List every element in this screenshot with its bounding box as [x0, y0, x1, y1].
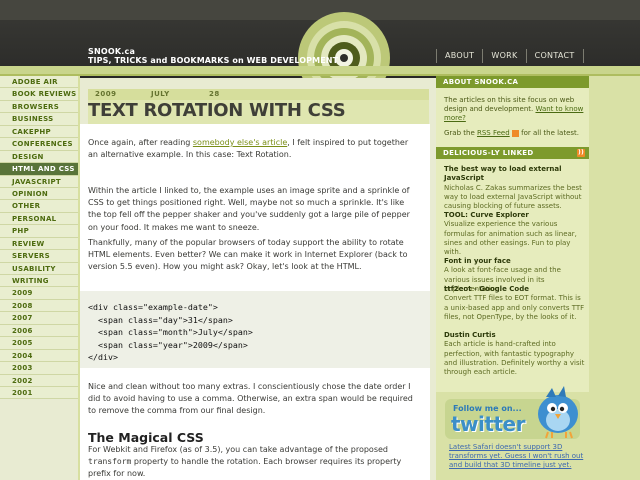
- category-2003[interactable]: 2003: [0, 362, 78, 375]
- nav-contact[interactable]: CONTACT: [527, 49, 584, 63]
- twitter-bird-icon: [538, 386, 578, 439]
- about-box: The articles on this site focus on web d…: [436, 88, 589, 147]
- rss-icon[interactable]: [511, 129, 519, 137]
- category-2005[interactable]: 2005: [0, 337, 78, 350]
- category-2007[interactable]: 2007: [0, 312, 78, 325]
- about-text: The articles on this site focus on web d…: [444, 96, 584, 123]
- category-review[interactable]: REVIEW: [0, 237, 78, 251]
- category-writing[interactable]: WRITING: [0, 275, 78, 288]
- category-adobe-air[interactable]: ADOBE AIR: [0, 76, 78, 89]
- paragraph-sprite: Within the article I linked to, the exam…: [88, 186, 410, 232]
- site-tagline: TIPS, TRICKS and BOOKMARKS on WEB DEVELO…: [88, 56, 339, 65]
- post-date-bar: 2009 JULY 28: [88, 89, 429, 100]
- category-conferences[interactable]: CONFERENCES: [0, 138, 78, 151]
- category-opinion[interactable]: OPINION: [0, 187, 78, 201]
- paragraph-intro: Once again, after reading somebody else'…: [88, 138, 409, 160]
- category-personal[interactable]: PERSONAL: [0, 212, 78, 226]
- delicious-link-desc: Nicholas C. Zakas summarizes the best wa…: [444, 183, 582, 211]
- delicious-link-title[interactable]: Dustin Curtis: [444, 331, 586, 340]
- category-cakephp[interactable]: CAKEPHP: [0, 125, 78, 139]
- paragraph-browsers: Thankfully, many of the popular browsers…: [88, 238, 408, 272]
- code-block: <div class="example-date"> <span class="…: [80, 291, 430, 368]
- delicious-link: The best way to load external JavaScript…: [444, 165, 586, 211]
- nav-work[interactable]: WORK: [483, 49, 527, 63]
- category-2009[interactable]: 2009: [0, 287, 78, 300]
- category-design[interactable]: DESIGN: [0, 150, 78, 164]
- site-name[interactable]: SNOOK.ca: [88, 47, 135, 56]
- delicious-link: TOOL: Curve Explorer Visualize experience…: [444, 211, 586, 257]
- post-day[interactable]: 28: [209, 90, 220, 98]
- latest-tweet: Latest Safari doesn't support 3D transfo…: [449, 443, 584, 471]
- category-book-reviews[interactable]: BOOK REVIEWS: [0, 88, 78, 101]
- category-2001[interactable]: 2001: [0, 386, 78, 400]
- delicious-link-desc: Convert TTF files to EOT format. This is…: [444, 294, 585, 321]
- about-heading: ABOUT SNOOK.CA: [436, 76, 589, 88]
- category-php[interactable]: PHP: [0, 225, 78, 238]
- delicious-link: Dustin Curtis Each article is hand-crafte…: [444, 331, 586, 377]
- category-2006[interactable]: 2006: [0, 324, 78, 338]
- delicious-link: ttf2eot - Google Code Convert TTF files t…: [444, 285, 586, 322]
- category-javascript[interactable]: JAVASCRIPT: [0, 175, 78, 188]
- nav-about[interactable]: ABOUT: [437, 49, 484, 63]
- tweet-link[interactable]: Latest Safari doesn't support 3D transfo…: [449, 443, 583, 469]
- category-servers[interactable]: SERVERS: [0, 250, 78, 263]
- delicious-link-title[interactable]: The best way to load external JavaScript: [444, 165, 586, 184]
- delicious-link-title[interactable]: ttf2eot - Google Code: [444, 285, 586, 294]
- header-stripe: [0, 66, 640, 74]
- paragraph-clean: Nice and clean without too many extras. …: [88, 382, 413, 416]
- post-year[interactable]: 2009: [95, 90, 116, 98]
- article-link[interactable]: somebody else's article: [193, 138, 287, 147]
- rss-feed-link[interactable]: RSS Feed: [477, 129, 510, 137]
- category-business[interactable]: BUSINESS: [0, 113, 78, 126]
- category-2002[interactable]: 2002: [0, 374, 78, 387]
- post-title: TEXT ROTATION WITH CSS: [88, 100, 346, 121]
- delicious-link-title[interactable]: Font in your face: [444, 257, 586, 266]
- article-body: Once again, after reading somebody else'…: [80, 124, 430, 480]
- paragraph-transform: For Webkit and Firefox (as of 3.5), you …: [88, 445, 402, 479]
- category-2004[interactable]: 2004: [0, 349, 78, 363]
- delicious-rss-icon[interactable]: )): [577, 149, 585, 157]
- delicious-heading: DELICIOUS-LY LINKED)): [436, 147, 589, 159]
- category-other[interactable]: OTHER: [0, 200, 78, 213]
- delicious-link-desc: Each article is hand-crafted into perfec…: [444, 340, 585, 377]
- category-browsers[interactable]: BROWSERS: [0, 100, 78, 114]
- rss-line: Grab the RSS Feed for all the latest.: [444, 129, 580, 137]
- code-text: <div class="example-date"> <span class="…: [88, 302, 253, 363]
- delicious-link-desc: Visualize experience the various formula…: [444, 220, 577, 257]
- category-html-and-css[interactable]: HTML AND CSS: [0, 163, 78, 176]
- category-nav: ADOBE AIR BOOK REVIEWS BROWSERS BUSINESS CAK…: [0, 76, 78, 400]
- inline-code: transform: [88, 457, 132, 467]
- category-2008[interactable]: 2008: [0, 299, 78, 313]
- twitter-logo: twitter: [451, 412, 525, 436]
- delicious-link-title[interactable]: TOOL: Curve Explorer: [444, 211, 586, 220]
- post-month[interactable]: JULY: [151, 90, 170, 98]
- category-usability[interactable]: USABILITY: [0, 262, 78, 275]
- section-heading: The Magical CSS: [88, 430, 204, 445]
- top-nav: ABOUT WORK CONTACT: [436, 49, 584, 63]
- delicious-box: The best way to load external JavaScript…: [436, 159, 589, 392]
